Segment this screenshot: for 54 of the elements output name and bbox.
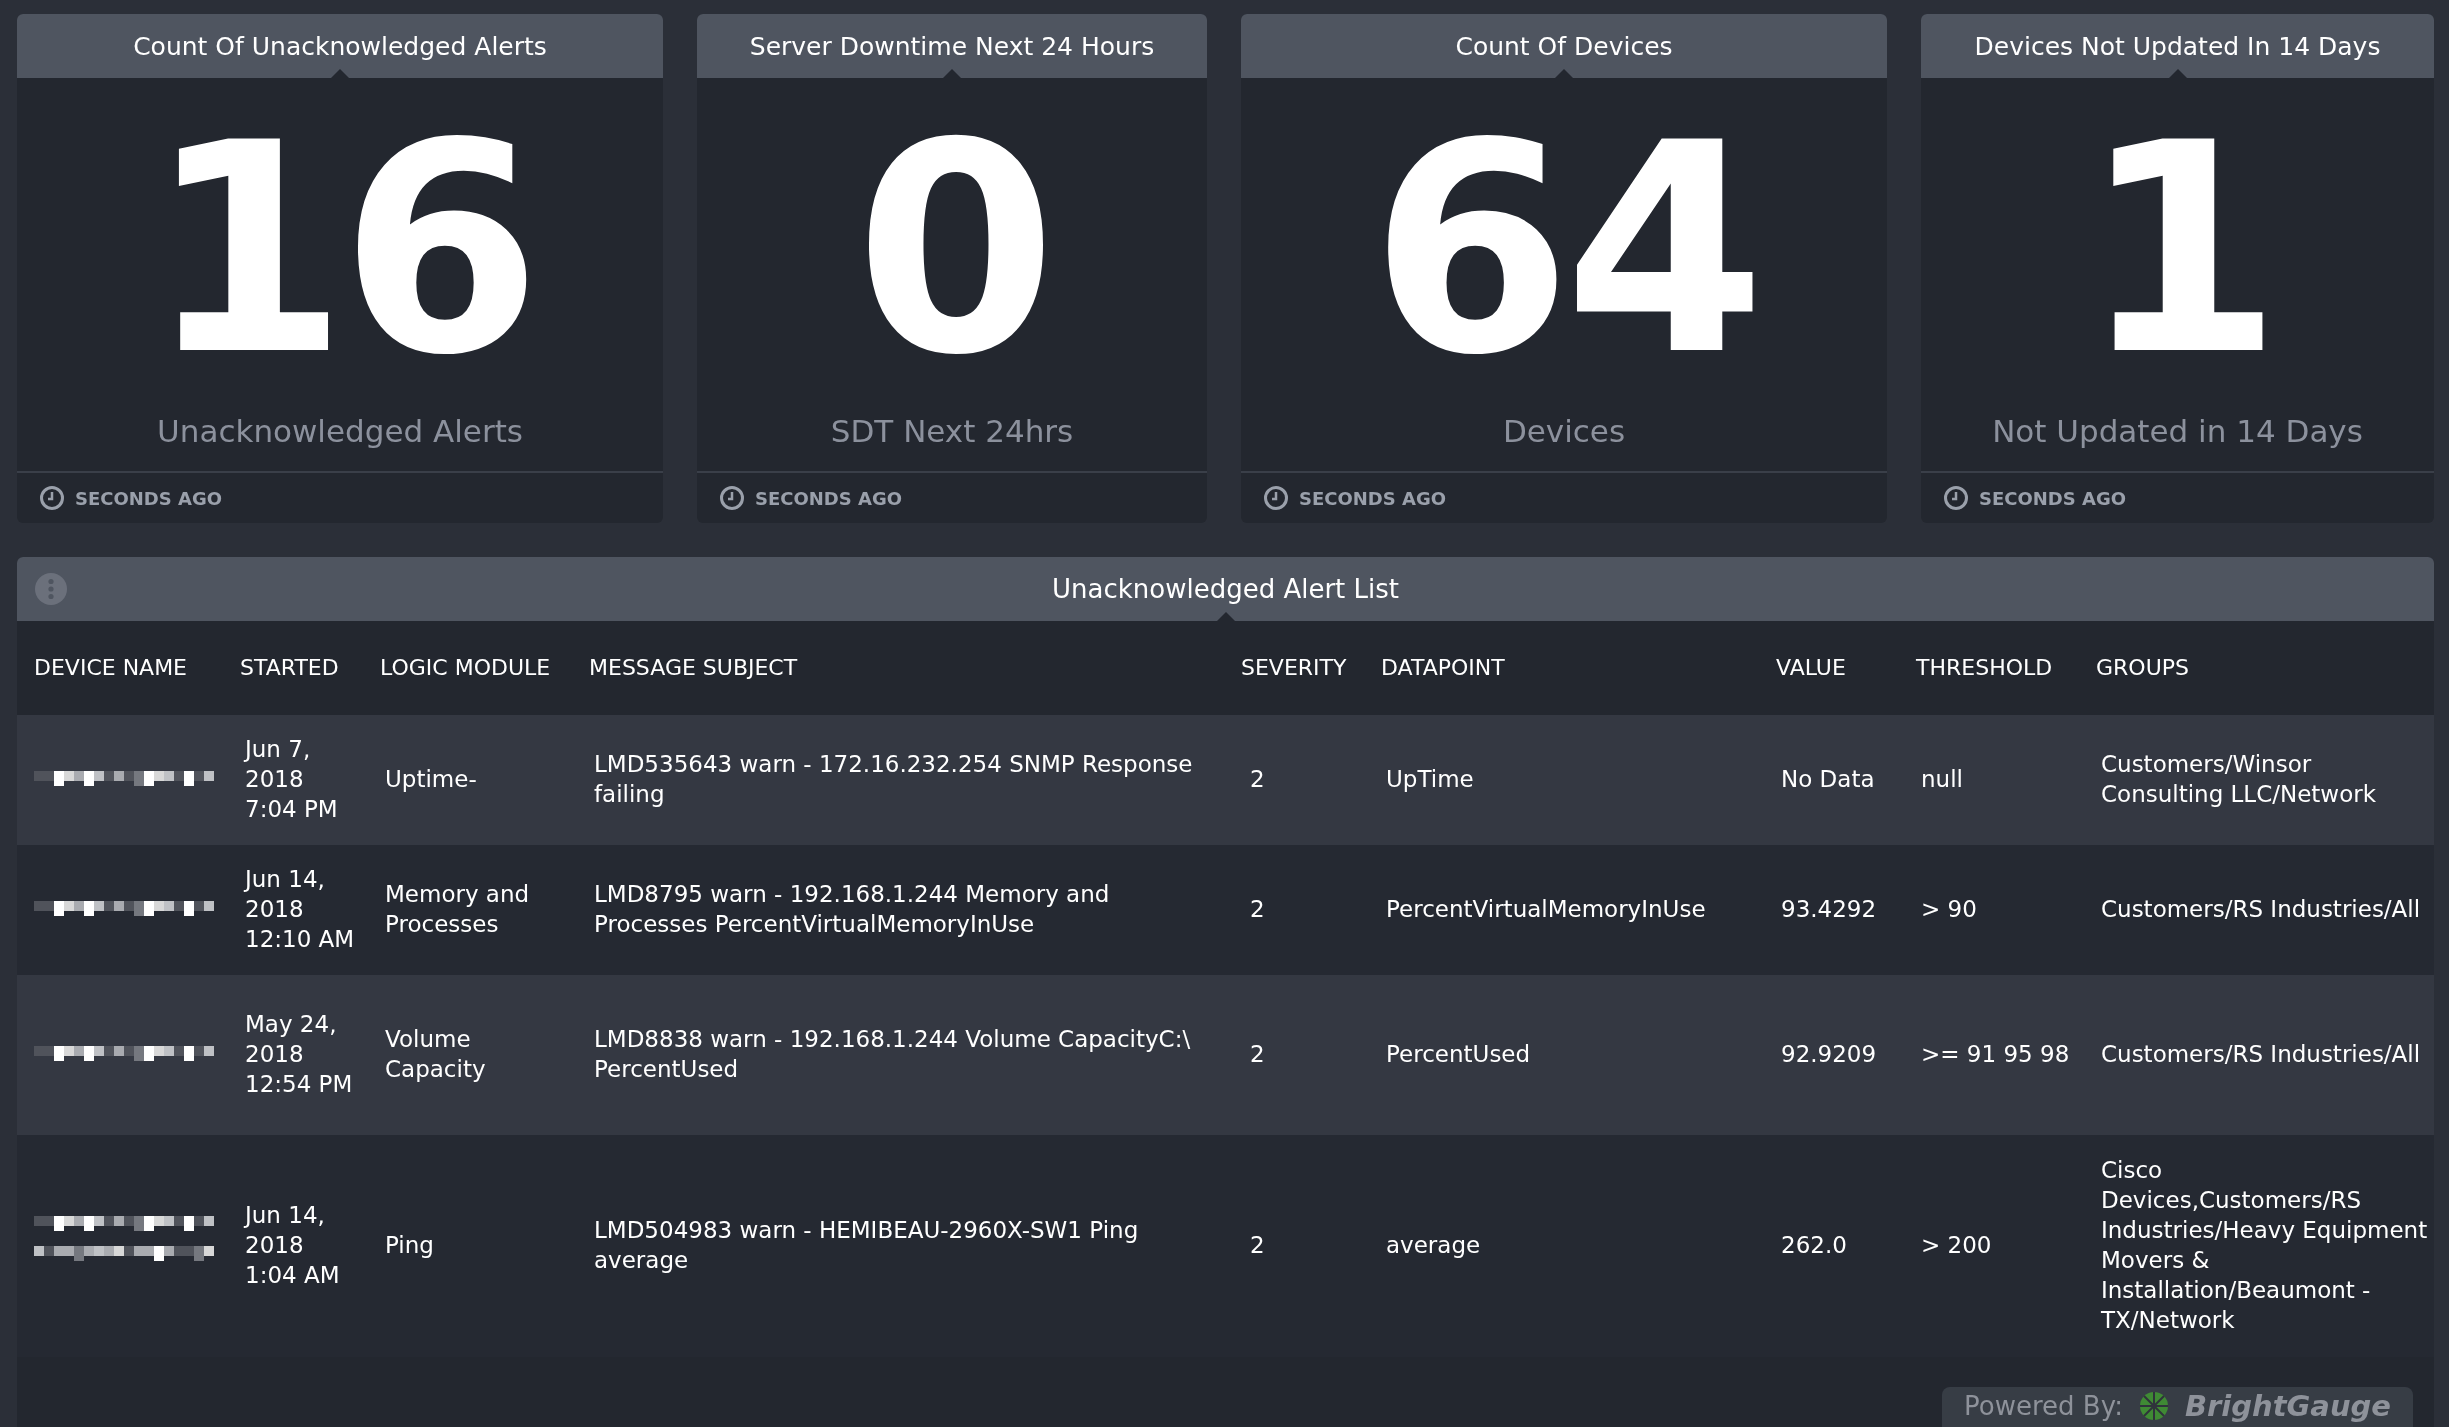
card-title: Devices Not Updated In 14 Days (1974, 31, 2381, 61)
metric-caption: SDT Next 24hrs (830, 413, 1074, 449)
powered-by-badge[interactable]: Powered By: BrightGauge (1942, 1387, 2413, 1427)
panel-title: Unacknowledged Alert List (1051, 574, 1399, 604)
card-title: Server Downtime Next 24 Hours (749, 31, 1155, 61)
table-cell: 2 (1224, 845, 1364, 975)
clock-icon (39, 485, 65, 511)
table-cell: Customers/RS Industries/All (2079, 845, 2434, 975)
clock-icon (719, 485, 745, 511)
card-title: Count Of Devices (1455, 31, 1673, 61)
metric-value: 0 (855, 105, 1049, 395)
pointer-notch (1554, 69, 1574, 79)
table-cell: LMD8838 warn - 192.168.1.244 Volume CapacityC:\ PercentUsed (572, 975, 1224, 1135)
metric-caption: Devices (1502, 413, 1626, 449)
updated-time: SECONDS AGO (755, 487, 902, 509)
table-cell: 93.4292 (1759, 845, 1899, 975)
table-cell: 2 (1224, 715, 1364, 845)
clock-icon (1263, 485, 1289, 511)
table-cell: No Data (1759, 715, 1899, 845)
table-cell: Jun 7, 2018 7:04 PM (223, 715, 363, 845)
table-cell: LMD535643 warn - 172.16.232.254 SNMP Response failing (572, 715, 1224, 845)
clock-icon (1943, 485, 1969, 511)
logo-icon (2138, 1391, 2169, 1421)
table-cell: Uptime- (363, 715, 572, 845)
brand-name: BrightGauge (2184, 1389, 2391, 1423)
updated-time: SECONDS AGO (1979, 487, 2126, 509)
table-cell: PercentVirtualMemoryInUse (1364, 845, 1759, 975)
pointer-notch (330, 69, 350, 79)
table-cell: PercentUsed (1364, 975, 1759, 1135)
table-cell: > 90 (1899, 845, 2079, 975)
table-cell: Jun 14, 2018 12:10 AM (223, 845, 363, 975)
metric-value: 16 (146, 105, 534, 395)
table-cell: >= 91 95 98 (1899, 975, 2079, 1135)
pointer-notch (942, 69, 962, 79)
table-cell: Customers/RS Industries/All (2079, 975, 2434, 1135)
metric-caption: Not Updated in 14 Days (1992, 413, 2363, 449)
table-cell: 2 (1224, 975, 1364, 1135)
table-cell: null (1899, 715, 2079, 845)
metric-caption: Unacknowledged Alerts (157, 413, 523, 449)
table-cell: Customers/Winsor Consulting LLC/Network (2079, 715, 2434, 845)
badge-label: Powered By: (1964, 1391, 2123, 1421)
table-cell: Memory and Processes (363, 845, 572, 975)
updated-time: SECONDS AGO (75, 487, 222, 509)
table-cell: UpTime (1364, 715, 1759, 845)
table-cell: May 24, 2018 12:54 PM (223, 975, 363, 1135)
metric-value: 1 (2080, 105, 2275, 395)
card-title: Count Of Unacknowledged Alerts (133, 31, 547, 61)
updated-time: SECONDS AGO (1299, 487, 1446, 509)
table-cell: 92.9209 (1759, 975, 1899, 1135)
pointer-notch (2167, 69, 2188, 79)
more-icon[interactable] (35, 573, 67, 605)
table-cell: Volume Capacity (363, 975, 572, 1135)
table-cell: LMD8795 warn - 192.168.1.244 Memory and Processes PercentVirtualMemoryInUse (572, 845, 1224, 975)
metric-value: 64 (1370, 105, 1758, 395)
